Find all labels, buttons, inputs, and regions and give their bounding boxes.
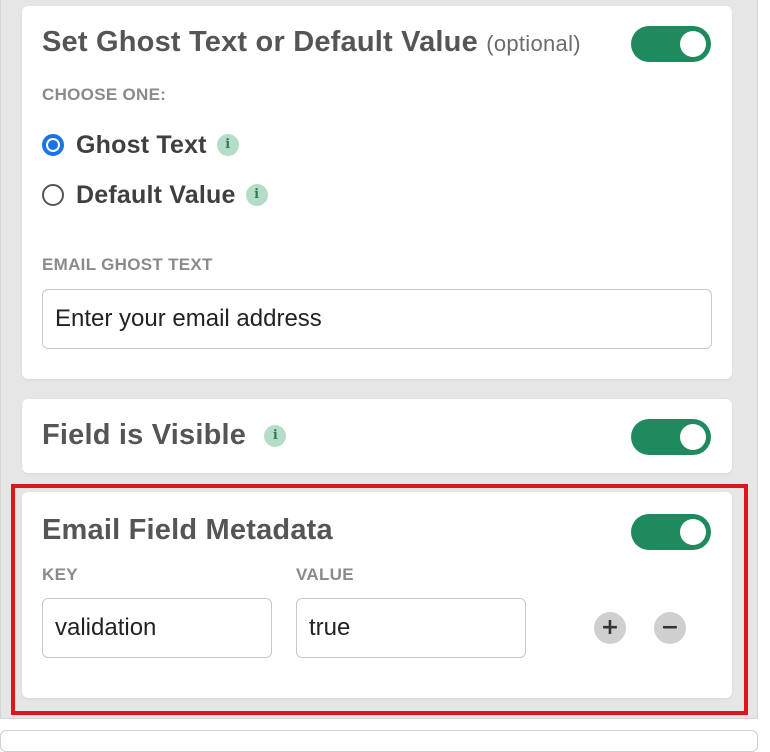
info-icon[interactable]: i	[216, 134, 239, 156]
visible-section-title-text: Field is Visible	[42, 419, 247, 451]
metadata-section-title: Email Field Metadata	[42, 514, 333, 546]
email-ghost-text-label: EMAIL GHOST TEXT	[42, 255, 213, 274]
metadata-toggle[interactable]	[631, 514, 711, 550]
toggle-knob	[680, 424, 706, 450]
value-column-label: VALUE	[296, 565, 354, 584]
radio-default-value-label: Default Value	[76, 180, 236, 209]
radio-button-unselected[interactable]	[42, 184, 64, 206]
optional-label: (optional)	[486, 31, 581, 56]
next-card	[0, 730, 758, 752]
toggle-knob	[680, 519, 706, 545]
email-ghost-text-input[interactable]	[42, 289, 712, 349]
visible-section-title: Field is Visible i	[42, 419, 287, 452]
ghost-text-card: Set Ghost Text or Default Value (optiona…	[22, 6, 732, 379]
toggle-knob	[680, 31, 706, 57]
remove-row-button[interactable]: −	[654, 612, 686, 644]
radio-ghost-text[interactable]: Ghost Text i	[42, 130, 239, 160]
radio-default-value[interactable]: Default Value i	[42, 180, 268, 210]
radio-button-selected[interactable]	[42, 134, 64, 156]
field-visible-card: Field is Visible i	[22, 399, 732, 473]
metadata-value-input[interactable]	[296, 598, 526, 658]
info-icon[interactable]: i	[245, 184, 268, 206]
ghost-section-title: Set Ghost Text or Default Value (optiona…	[42, 26, 581, 59]
info-icon[interactable]: i	[264, 425, 287, 448]
choose-one-label: CHOOSE ONE:	[42, 85, 167, 104]
radio-ghost-text-label: Ghost Text	[76, 130, 207, 159]
ghost-section-toggle[interactable]	[631, 26, 711, 62]
metadata-key-input[interactable]	[42, 598, 272, 658]
add-row-button[interactable]: +	[594, 612, 626, 644]
email-field-metadata-card: Email Field Metadata KEY VALUE + −	[22, 492, 732, 698]
ghost-section-title-text: Set Ghost Text or Default Value	[42, 26, 478, 58]
field-visible-toggle[interactable]	[631, 419, 711, 455]
key-column-label: KEY	[42, 565, 78, 584]
